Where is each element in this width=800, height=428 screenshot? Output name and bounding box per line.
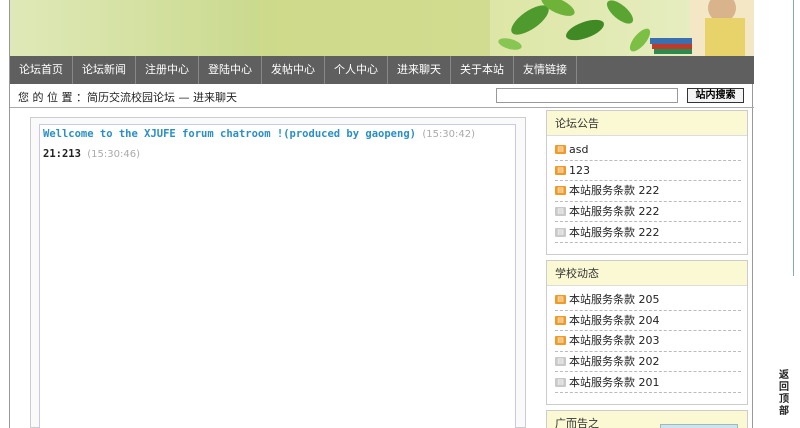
list-item[interactable]: ▤ 本站服务条款 204 [555,311,741,332]
page: 论坛首页 论坛新闻 注册中心 登陆中心 发帖中心 个人中心 进来聊天 关于本站 … [0,0,800,428]
window-edge [793,0,800,276]
breadcrumb: 您 的 位 置 ：简历交流校园论坛 — 进来聊天 [18,91,237,104]
nav-item-news[interactable]: 论坛新闻 [73,56,136,84]
list-item[interactable]: ▤ 本站服务条款 201 [555,372,741,393]
list-item-label: 本站服务条款 222 [569,205,660,219]
school-news-panel: 学校动态 ▤ 本站服务条款 205 ▤ 本站服务条款 204 ▤ 本站服务条款 203… [546,260,748,405]
back-to-top-button[interactable]: 返回顶部 [777,370,791,418]
school-news-title: 学校动态 [547,261,747,286]
list-item-label: 本站服务条款 202 [569,355,660,369]
announcements-panel: 论坛公告 ▤ asd ▤ 123 ▤ 本站服务条款 222 ▤ 本站服务条款 222 ▤… [546,110,748,255]
chat-message-time: (15:30:42) [422,129,476,140]
list-item[interactable]: ▤ asd [555,140,741,161]
nav-item-home[interactable]: 论坛首页 [10,56,73,84]
chat-log[interactable]: Wellcome to the XJUFE forum chatroom !(p… [39,124,516,428]
chat-panel: Wellcome to the XJUFE forum chatroom !(p… [30,117,526,428]
new-badge-icon: ▤ [555,336,566,346]
nav-item-about[interactable]: 关于本站 [451,56,514,84]
old-badge-icon: ▤ [555,377,566,387]
nav-item-post[interactable]: 发帖中心 [262,56,325,84]
old-badge-icon: ▤ [555,357,566,367]
nav-item-login[interactable]: 登陆中心 [199,56,262,84]
list-item-label: 本站服务条款 201 [569,375,660,389]
new-badge-icon: ▤ [555,145,566,155]
announcements-title: 论坛公告 [547,111,747,136]
list-item[interactable]: ▤ 本站服务条款 202 [555,352,741,373]
location-bar: 您 的 位 置 ：简历交流校园论坛 — 进来聊天 站内搜索 [10,84,754,108]
nav-item-profile[interactable]: 个人中心 [325,56,388,84]
list-item-label: 本站服务条款 204 [569,313,660,327]
list-item[interactable]: ▤ 本站服务条款 222 [555,222,741,243]
search-input[interactable] [496,88,678,103]
list-item-label: 本站服务条款 203 [569,334,660,348]
list-item[interactable]: ▤ 本站服务条款 203 [555,331,741,352]
list-item[interactable]: ▤ 本站服务条款 222 [555,202,741,223]
chat-message-text: Wellcome to the XJUFE forum chatroom !(p… [43,128,416,140]
new-badge-icon: ▤ [555,315,566,325]
site-container: 论坛首页 论坛新闻 注册中心 登陆中心 发帖中心 个人中心 进来聊天 关于本站 … [9,0,754,428]
chat-message: Wellcome to the XJUFE forum chatroom !(p… [43,128,475,140]
old-badge-icon: ▤ [555,227,566,237]
list-item[interactable]: ▤ 本站服务条款 222 [555,181,741,202]
header-banner [10,0,754,56]
old-badge-icon: ▤ [555,207,566,217]
site-search-button[interactable]: 站内搜索 [687,88,744,103]
list-item-label: 本站服务条款 222 [569,225,660,239]
list-item-label: 本站服务条款 222 [569,184,660,198]
list-item-label: 本站服务条款 205 [569,293,660,307]
list-item[interactable]: ▤ 本站服务条款 205 [555,290,741,311]
list-item-label: 123 [569,163,590,177]
new-badge-icon: ▤ [555,295,566,305]
nav-item-links[interactable]: 友情链接 [514,56,577,84]
main-nav: 论坛首页 论坛新闻 注册中心 登陆中心 发帖中心 个人中心 进来聊天 关于本站 … [10,56,754,84]
list-item-label: asd [569,143,589,157]
chat-message: 21:213 (15:30:46) [43,148,140,160]
new-badge-icon: ▤ [555,165,566,175]
nav-item-register[interactable]: 注册中心 [136,56,199,84]
bottom-widget [660,424,738,428]
nav-item-chat[interactable]: 进来聊天 [388,56,451,84]
chat-message-text: 21:213 [43,148,81,160]
leaf-decoration-icon [498,0,754,56]
chat-message-time: (15:30:46) [87,149,140,160]
new-badge-icon: ▤ [555,186,566,196]
list-item[interactable]: ▤ 123 [555,161,741,182]
